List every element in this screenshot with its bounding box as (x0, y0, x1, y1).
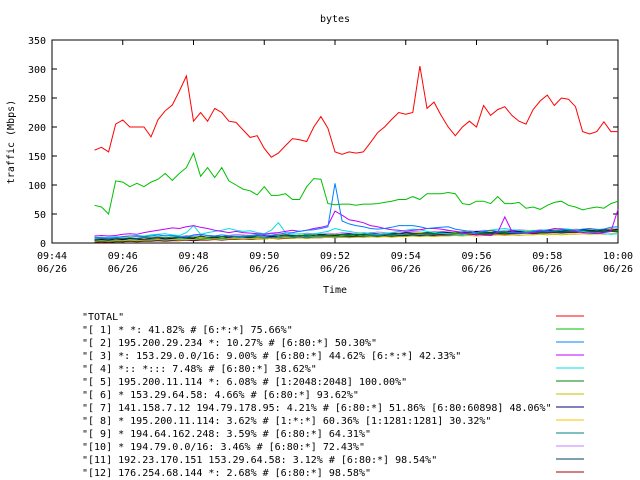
chart-title: bytes (320, 14, 350, 25)
legend-label-8: "[ 8] * 195.200.11.114: 3.62% # [1:*:*] … (82, 416, 491, 427)
legend-label-5: "[ 5] 195.200.11.114 *: 6.08% # [1:2048:… (82, 377, 407, 388)
x-tick-label-date: 06/26 (532, 264, 562, 275)
x-tick-label-time: 09:56 (461, 251, 491, 262)
x-tick-label-time: 09:50 (249, 251, 279, 262)
y-tick-label: 200 (28, 123, 46, 134)
series-line-2 (94, 183, 619, 239)
y-tick-label: 150 (28, 152, 46, 163)
x-tick-label-date: 06/26 (108, 264, 138, 275)
y-axis-label: traffic (Mbps) (6, 100, 17, 184)
x-tick-label-time: 09:54 (391, 251, 421, 262)
y-tick-label: 350 (28, 36, 46, 47)
legend-label-12: "[12] 176.254.68.144 *: 2.68% # [6:80:*]… (82, 468, 371, 479)
legend-label-7: "[ 7] 141.158.7.12 194.79.178.95: 4.21% … (82, 403, 552, 414)
series-line-3 (94, 209, 619, 237)
y-tick-label: 100 (28, 181, 46, 192)
x-tick-label-time: 10:00 (603, 251, 633, 262)
x-tick-label-date: 06/26 (37, 264, 67, 275)
y-tick-label: 250 (28, 94, 46, 105)
x-tick-label-time: 09:44 (37, 251, 67, 262)
x-tick-label-date: 06/26 (461, 264, 491, 275)
legend-label-9: "[ 9] * 194.64.162.248: 3.59% # [6:80:*]… (82, 429, 371, 440)
series-lines (94, 66, 619, 243)
y-tick-label: 50 (34, 210, 46, 221)
legend-label-11: "[11] 192.23.170.151 153.29.64.58: 3.12%… (82, 455, 437, 466)
x-tick-label-time: 09:48 (178, 251, 208, 262)
x-tick-label-time: 09:46 (108, 251, 138, 262)
y-tick-label: 0 (40, 239, 46, 250)
x-axis-label: Time (323, 285, 347, 296)
legend-label-1: "[ 1] * *: 41.82% # [6:*:*] 75.66%" (82, 325, 293, 336)
series-line-0 (94, 66, 618, 158)
y-axis-ticks: 0 50 100 150 200 250 300 350 (28, 36, 618, 250)
legend-label-6: "[ 6] * 153.29.64.58: 4.66% # [6:80:*] 9… (82, 390, 359, 401)
legend-label-4: "[ 4] *:: *::: 7.48% # [6:80:*] 38.62%" (82, 364, 317, 375)
plot-area (51, 39, 619, 244)
x-tick-label-date: 06/26 (178, 264, 208, 275)
legend: "TOTAL" "[ 1] * *: 41.82% # [6:*:*] 75.66… (82, 312, 584, 479)
x-tick-label-date: 06/26 (320, 264, 350, 275)
x-tick-label-date: 06/26 (603, 264, 633, 275)
x-tick-label-date: 06/26 (249, 264, 279, 275)
legend-label-2: "[ 2] 195.200.29.234 *: 10.27% # [6:80:*… (82, 338, 377, 349)
line-chart: bytes traffic (Mbps) Time 0 50 100 150 200 25… (6, 14, 633, 479)
x-tick-label-time: 09:58 (532, 251, 562, 262)
y-tick-label: 300 (28, 65, 46, 76)
x-tick-label-date: 06/26 (391, 264, 421, 275)
x-tick-label-time: 09:52 (320, 251, 350, 262)
legend-label-10: "[10] * 194.79.0.0/16: 3.46% # [6:80:*] … (82, 442, 365, 453)
legend-label-3: "[ 3] *: 153.29.0.0/16: 9.00% # [6:80:*]… (82, 351, 461, 362)
series-line-1 (94, 151, 619, 215)
legend-label-0: "TOTAL" (82, 312, 124, 323)
